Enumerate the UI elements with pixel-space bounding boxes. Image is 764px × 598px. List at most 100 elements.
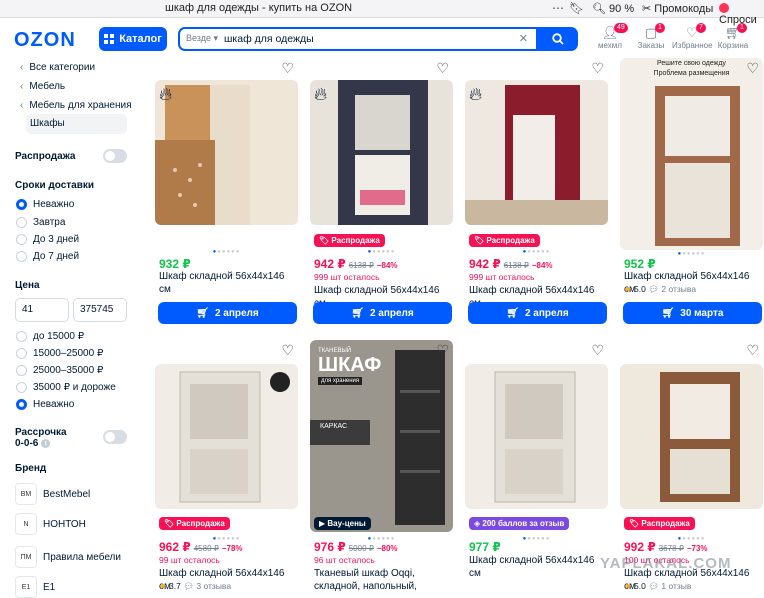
delivery-option[interactable]: До 3 дней <box>16 234 79 245</box>
search-input[interactable] <box>224 31 504 47</box>
favorite-heart-icon[interactable]: ♡ <box>436 342 449 359</box>
clear-icon[interactable]: ✕ <box>519 32 528 45</box>
price-min-input[interactable]: 41 <box>15 298 69 322</box>
star-icon: ★ <box>159 581 167 591</box>
zoom-level[interactable]: 🔍︎ 90 % <box>592 2 634 15</box>
favorite-heart-icon[interactable]: ♡ <box>591 342 604 359</box>
price-option[interactable]: 35000 ₽ и дороже <box>16 382 116 393</box>
search-icon <box>552 33 564 45</box>
category-active[interactable]: Шкафы <box>26 114 127 134</box>
product-image[interactable] <box>620 364 763 509</box>
sale-badge: 🏷︎ Распродажа <box>624 517 695 530</box>
review-icon: 💬︎ <box>648 284 659 294</box>
product-image[interactable]: Решите свою одежду Проблема размещения <box>620 58 763 250</box>
radio-selected <box>16 199 27 210</box>
wardrobe-image <box>155 80 298 225</box>
fire-icon: 🔥︎ <box>159 84 173 104</box>
product-name[interactable]: Шкаф складной 56х44х146 см <box>469 554 609 580</box>
product-image[interactable] <box>155 364 298 509</box>
price-max-input[interactable]: 375745 <box>73 298 127 322</box>
installment-subtitle: 0-0-6 i <box>15 438 51 449</box>
delivery-option[interactable]: До 7 дней <box>16 251 79 262</box>
stock-left: 999 шт осталось <box>314 272 380 282</box>
delivery-option[interactable]: Неважно <box>16 199 74 210</box>
installment-toggle[interactable] <box>103 430 127 444</box>
delivery-title: Сроки доставки <box>15 180 95 191</box>
delivery-button[interactable]: 🛒︎ 2 апреля <box>158 302 297 324</box>
sale-toggle[interactable] <box>103 149 127 163</box>
brand-item[interactable]: BM BestMebel <box>15 483 90 505</box>
header-profile[interactable]: 👤︎ 49 мехмл <box>590 23 630 50</box>
delivery-button[interactable]: 🛒︎ 30 марта <box>623 302 762 324</box>
watermark: YAPLAKAL.COM <box>600 555 732 572</box>
search-button[interactable] <box>538 27 578 51</box>
brand-item[interactable]: ПМ Правила мебели <box>15 546 121 568</box>
chevron-left-icon: ‹ <box>20 81 24 92</box>
product-price: 976 ₽5000 ₽ −80% <box>314 540 398 554</box>
installment-title: Рассрочка <box>15 427 67 438</box>
cart-icon: 🛒︎ <box>724 25 742 40</box>
price-option[interactable]: Неважно <box>16 399 74 410</box>
fire-icon: 🔥︎ <box>469 84 483 104</box>
chevron-left-icon: ‹ <box>20 100 24 111</box>
wardrobe-image <box>620 58 763 250</box>
catalog-button[interactable]: Каталог <box>99 27 167 51</box>
brand-item[interactable]: N НОНТОН <box>15 513 86 535</box>
wardrobe-image <box>155 364 298 509</box>
product-name[interactable]: Тканевый шкаф Oqqi, складной, напольный,… <box>314 567 454 593</box>
image-caption: Проблема размещения <box>653 70 730 77</box>
favorite-heart-icon[interactable]: ♡ <box>746 60 759 77</box>
price-option[interactable]: 25000–35000 ₽ <box>16 365 103 376</box>
header-favorites[interactable]: ♡ 7 Избранное <box>672 23 713 50</box>
stock-left: 96 шт осталось <box>314 555 375 565</box>
product-rating: ★ 3.7 💬︎ 3 отзыва <box>159 581 232 591</box>
cart-icon: 🛒︎ <box>351 307 364 319</box>
points-badge: ◈ 200 баллов за отзыв <box>469 517 570 530</box>
image-caption: для хранения <box>318 377 363 385</box>
header-orders[interactable]: ▢ 1 Заказы <box>631 23 671 50</box>
star-icon: ★ <box>624 284 632 294</box>
bookmark-icon[interactable]: 🔖︎ <box>569 1 584 15</box>
search-box: Везде ▾ ✕ <box>178 27 538 51</box>
image-caption: КАРКАС <box>320 423 348 430</box>
wardrobe-image <box>310 80 453 225</box>
header-cart[interactable]: 🛒︎ 1 Корзина <box>713 23 753 50</box>
search-scope-select[interactable]: Везде ▾ <box>186 33 218 44</box>
filter-sidebar: ‹ Все категории ‹ Мебель ‹ Мебель для хране… <box>0 58 145 598</box>
product-image[interactable] <box>465 80 608 225</box>
product-image[interactable] <box>465 364 608 509</box>
favorite-heart-icon[interactable]: ♡ <box>746 342 759 359</box>
stock-left: 99 шт осталось <box>159 555 220 565</box>
brand-title: Бренд <box>15 463 47 474</box>
delivery-option[interactable]: Завтра <box>16 217 65 228</box>
favorite-heart-icon[interactable]: ♡ <box>591 60 604 77</box>
breadcrumb-furniture[interactable]: ‹ Мебель <box>20 81 65 92</box>
product-image[interactable] <box>310 80 453 225</box>
review-icon: 💬︎ <box>648 581 659 591</box>
box-icon: ▢ <box>644 25 658 40</box>
breadcrumb-all[interactable]: ‹ Все категории <box>20 62 95 73</box>
sale-badge: 🏷︎ Распродажа <box>159 517 230 530</box>
price-option[interactable]: до 15000 ₽ <box>16 331 84 342</box>
more-icon[interactable]: ⋯ <box>552 1 564 15</box>
product-image[interactable]: ТКАНЕВЫЙ ШКАФ для хранения КАРКАС <box>310 340 453 532</box>
promo-button[interactable]: ✂ Промокоды <box>642 2 713 15</box>
favorite-heart-icon[interactable]: ♡ <box>436 60 449 77</box>
product-price: 932 ₽ <box>159 257 191 271</box>
product-name[interactable]: Шкаф складной 56х44х146 см <box>159 270 299 296</box>
favorite-heart-icon[interactable]: ♡ <box>281 60 294 77</box>
brand-logo: ПМ <box>15 546 37 568</box>
favorite-heart-icon[interactable]: ♡ <box>281 342 294 359</box>
ozon-logo[interactable]: OZON <box>14 29 76 52</box>
breadcrumb-storage[interactable]: ‹ Мебель для хранения <box>20 100 132 111</box>
price-option[interactable]: 15000–25000 ₽ <box>16 348 103 359</box>
image-caption: ШКАФ <box>318 354 382 376</box>
image-dots: ●●●●●● <box>522 249 551 255</box>
chevron-left-icon: ‹ <box>20 62 24 73</box>
product-image[interactable] <box>155 80 298 225</box>
stock-left: 999 шт осталось <box>469 272 535 282</box>
product-price: 962 ₽4580 ₽ −78% <box>159 540 243 554</box>
info-icon[interactable]: i <box>41 438 51 448</box>
delivery-button[interactable]: 🛒︎ 2 апреля <box>313 302 452 324</box>
delivery-button[interactable]: 🛒︎ 2 апреля <box>468 302 607 324</box>
